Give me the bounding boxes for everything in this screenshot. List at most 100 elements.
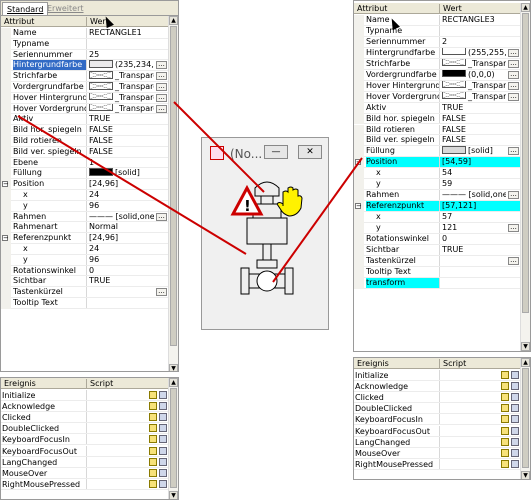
- script-list-icon[interactable]: [159, 435, 167, 444]
- script-edit-icon[interactable]: [149, 457, 157, 466]
- property-row[interactable]: transform: [354, 277, 521, 289]
- property-row[interactable]: Bild hor. spiegeln FALSE: [354, 113, 521, 125]
- property-row[interactable]: x 24: [1, 244, 169, 255]
- property-row[interactable]: Sichtbar TRUE: [354, 244, 521, 256]
- event-row[interactable]: Initialize: [1, 390, 169, 402]
- script-edit-icon[interactable]: [149, 391, 157, 399]
- ellipsis-button[interactable]: ...: [508, 224, 519, 233]
- collapse-toggle-icon[interactable]: −: [355, 159, 362, 166]
- collapse-toggle-icon[interactable]: −: [2, 181, 9, 188]
- event-row[interactable]: KeyboardFocusIn: [354, 414, 521, 426]
- script-edit-icon[interactable]: [149, 479, 157, 488]
- property-row[interactable]: Tooltip Text: [354, 266, 521, 278]
- property-row[interactable]: y 121...: [354, 223, 521, 234]
- property-row[interactable]: Tooltip Text: [1, 298, 169, 309]
- property-row[interactable]: Rahmen——— [solid,oneColor,J...: [1, 211, 169, 223]
- script-list-icon[interactable]: [159, 391, 167, 399]
- property-row[interactable]: Sichtbar TRUE: [1, 276, 169, 288]
- left-property-scrollbar[interactable]: ▲ ▼: [168, 16, 178, 371]
- property-row[interactable]: Bild ver. spiegeln FALSE: [1, 146, 169, 158]
- ellipsis-button[interactable]: ...: [508, 92, 519, 101]
- collapse-toggle-icon[interactable]: −: [2, 235, 9, 242]
- event-row[interactable]: RightMousePressed: [354, 458, 521, 470]
- event-row[interactable]: Initialize: [354, 370, 521, 382]
- property-row[interactable]: Hover Vordergrundf..._Transparent...: [354, 91, 521, 103]
- tab-erweitert[interactable]: Erweitert: [43, 2, 88, 15]
- event-row[interactable]: RightMousePressed: [1, 478, 169, 490]
- event-row[interactable]: DoubleClicked: [354, 403, 521, 415]
- property-row[interactable]: Typname: [354, 25, 521, 37]
- property-row[interactable]: x 54: [354, 168, 521, 180]
- property-row[interactable]: − Referenzpunkt [24,96]: [1, 233, 169, 244]
- property-row[interactable]: y 96: [1, 200, 169, 212]
- property-row[interactable]: Vordergrundfarbe (0,0,0)...: [354, 69, 521, 81]
- property-row[interactable]: Hover Hintergrundfa..._Transparent...: [1, 92, 169, 104]
- script-list-icon[interactable]: [159, 402, 167, 411]
- script-edit-icon[interactable]: [501, 437, 509, 446]
- preview-window-titlebar[interactable]: (No... — ✕: [202, 138, 328, 166]
- property-row[interactable]: Name RECTANGLE1: [1, 28, 169, 39]
- property-row[interactable]: Tastenkürzel...: [354, 255, 521, 267]
- script-list-icon[interactable]: [159, 468, 167, 477]
- property-row[interactable]: Hintergrundfarbe(255,255,255)...: [354, 47, 521, 59]
- event-row[interactable]: MouseOver: [1, 467, 169, 479]
- script-edit-icon[interactable]: [501, 404, 509, 413]
- script-edit-icon[interactable]: [149, 413, 157, 422]
- script-edit-icon[interactable]: [501, 426, 509, 435]
- script-list-icon[interactable]: [159, 479, 167, 488]
- property-row[interactable]: Tastenkürzel...: [1, 287, 169, 298]
- property-row[interactable]: Typname: [1, 38, 169, 50]
- property-row[interactable]: Aktiv TRUE: [1, 114, 169, 126]
- property-row[interactable]: Bild rotieren FALSE: [1, 136, 169, 147]
- script-list-icon[interactable]: [159, 446, 167, 455]
- property-row[interactable]: Hover Hintergrundfa..._Transparent...: [354, 80, 521, 92]
- ellipsis-button[interactable]: ...: [508, 59, 519, 68]
- event-row[interactable]: Clicked: [354, 392, 521, 404]
- script-list-icon[interactable]: [511, 415, 519, 424]
- event-row[interactable]: LangChanged: [1, 456, 169, 468]
- event-row[interactable]: MouseOver: [354, 447, 521, 459]
- attribute-column-header[interactable]: Attribut: [357, 3, 387, 14]
- script-edit-icon[interactable]: [501, 448, 509, 457]
- property-row[interactable]: x 24: [1, 190, 169, 201]
- script-edit-icon[interactable]: [149, 435, 157, 444]
- property-row[interactable]: Hover Vordergrundf..._Transparent...: [1, 103, 169, 115]
- property-row[interactable]: Füllung [solid]: [1, 168, 169, 180]
- script-list-icon[interactable]: [511, 371, 519, 379]
- property-row[interactable]: Bild hor. spiegeln FALSE: [1, 125, 169, 136]
- property-row[interactable]: Aktiv TRUE: [354, 102, 521, 114]
- ellipsis-button[interactable]: ...: [156, 72, 167, 81]
- script-list-icon[interactable]: [511, 437, 519, 446]
- property-row[interactable]: Rotationswinkel 0: [354, 234, 521, 245]
- script-list-icon[interactable]: [159, 424, 167, 433]
- script-edit-icon[interactable]: [149, 402, 157, 411]
- ellipsis-button[interactable]: ...: [508, 147, 519, 156]
- script-edit-icon[interactable]: [149, 446, 157, 455]
- ellipsis-button[interactable]: ...: [156, 104, 167, 113]
- ellipsis-button[interactable]: ...: [508, 70, 519, 79]
- property-row[interactable]: Ebene 1: [1, 157, 169, 169]
- close-button[interactable]: ✕: [298, 145, 322, 159]
- script-list-icon[interactable]: [159, 413, 167, 422]
- tab-standard[interactable]: Standard: [2, 2, 49, 15]
- event-column-header[interactable]: Ereignis: [4, 378, 36, 389]
- event-row[interactable]: Clicked: [1, 412, 169, 424]
- property-row[interactable]: x 57: [354, 212, 521, 224]
- script-edit-icon[interactable]: [501, 393, 509, 402]
- event-row[interactable]: Acknowledge: [1, 401, 169, 413]
- ellipsis-button[interactable]: ...: [508, 256, 519, 265]
- right-events-scrollbar[interactable]: ▲ ▼: [520, 358, 530, 479]
- script-list-icon[interactable]: [511, 393, 519, 402]
- property-row[interactable]: y 59: [354, 179, 521, 191]
- event-row[interactable]: KeyboardFocusIn: [1, 434, 169, 446]
- event-column-header[interactable]: Ereignis: [357, 358, 389, 369]
- script-list-icon[interactable]: [159, 457, 167, 466]
- script-edit-icon[interactable]: [501, 415, 509, 424]
- property-row[interactable]: Hintergrundfarbe(235,234,235)...: [1, 60, 169, 72]
- script-list-icon[interactable]: [511, 448, 519, 457]
- script-column-header[interactable]: Script: [443, 358, 466, 369]
- collapse-toggle-icon[interactable]: −: [355, 203, 362, 210]
- ellipsis-button[interactable]: ...: [508, 191, 519, 200]
- left-events-scrollbar[interactable]: ▲ ▼: [168, 378, 178, 499]
- script-edit-icon[interactable]: [149, 468, 157, 477]
